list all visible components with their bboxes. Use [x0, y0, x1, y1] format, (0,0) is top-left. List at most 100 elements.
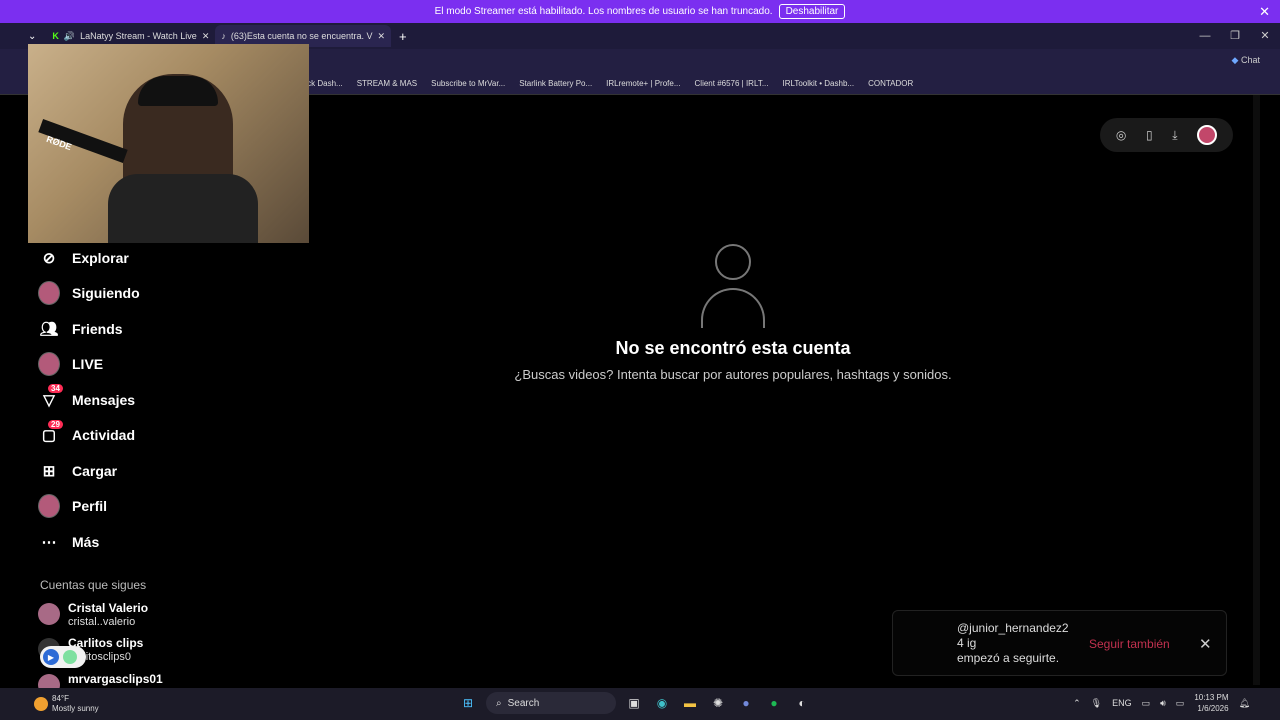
system-tray: ⌃ 🎙︎ ENG ▭ 🔊︎ ▭ 10:13 PM 1/6/2026 🔔︎	[1073, 692, 1250, 714]
page-subtitle: ¿Buscas videos? Intenta buscar por autor…	[514, 367, 952, 382]
sun-icon	[34, 697, 48, 711]
minimize-icon[interactable]: —	[1190, 23, 1220, 49]
follow-back-button[interactable]: Seguir también	[1089, 637, 1170, 651]
notification-badge: 34	[48, 384, 63, 393]
sidebar-item-siguiendo[interactable]: Siguiendo	[28, 276, 228, 312]
coins-icon[interactable]: ◎	[1116, 128, 1126, 142]
battery-icon[interactable]: ▭	[1176, 698, 1185, 709]
compass-icon: ⊘	[42, 249, 56, 267]
sidebar-item-actividad[interactable]: ▢ 29 Actividad	[28, 418, 228, 454]
close-window-icon[interactable]: ✕	[1250, 23, 1280, 49]
date: 1/6/2026	[1197, 704, 1229, 713]
notification-bell-icon[interactable]: 🔔︎	[1239, 698, 1250, 709]
restore-icon[interactable]: ❐	[1220, 23, 1250, 49]
sidebar-item-explorar[interactable]: ⊘ Explorar	[28, 240, 228, 276]
floating-widget-pill[interactable]: ▶	[40, 646, 86, 668]
avatar	[38, 352, 60, 377]
spotify-icon[interactable]: ●	[764, 693, 784, 713]
account-not-found-panel: No se encontró esta cuenta ¿Buscas video…	[310, 240, 1156, 382]
avatar	[38, 603, 60, 625]
follow-notification-toast: @junior_hernandez2 4 ig empezó a seguirt…	[892, 610, 1227, 676]
sidebar-nav: ⊘ Explorar Siguiendo 👥︎ Friends LIVE ▽ 3…	[28, 240, 228, 560]
sidebar-item-friends[interactable]: 👥︎ Friends	[28, 311, 228, 347]
sidebar-item-perfil[interactable]: Perfil	[28, 489, 228, 525]
account-name: mrvargasclips01	[68, 672, 163, 686]
bookmark-item[interactable]: Subscribe to MrVar...	[431, 79, 505, 88]
tab-list-chevron-icon[interactable]: ⌄	[28, 31, 36, 42]
download-icon[interactable]: ⤓	[1172, 128, 1177, 143]
clock[interactable]: 10:13 PM 1/6/2026	[1194, 692, 1228, 714]
avatar[interactable]	[1197, 125, 1218, 145]
tab-title: LaNatyy Stream - Watch Live	[80, 31, 197, 41]
cap	[138, 76, 218, 106]
streamer-mode-message: El modo Streamer está habilitado. Los no…	[434, 6, 773, 17]
account-name: Cristal Valerio	[68, 601, 149, 615]
close-icon[interactable]: ✕	[1199, 635, 1212, 653]
volume-icon[interactable]: 🔊︎	[1160, 698, 1166, 709]
bookmark-item[interactable]: Client #6576 | IRLT...	[695, 79, 769, 88]
person-icon	[698, 240, 768, 328]
device-icon[interactable]: ▯	[1146, 128, 1153, 142]
following-account-item[interactable]: Cristal Valerio cristal..valerio	[38, 601, 148, 629]
sidebar-item-label: Actividad	[72, 427, 136, 444]
taskbar-search[interactable]: ⌕ Search	[486, 692, 616, 714]
toast-username[interactable]: @junior_hernandez2	[957, 621, 1069, 636]
edge-icon[interactable]: ◉	[652, 693, 672, 713]
weather-widget[interactable]: 84°F Mostly sunny	[34, 694, 99, 714]
discord-icon[interactable]: ●	[736, 693, 756, 713]
language-indicator[interactable]: ENG	[1112, 698, 1132, 708]
sidebar-item-mas[interactable]: ⋯ Más	[28, 524, 228, 560]
sidebar-item-label: Friends	[72, 320, 123, 337]
bookmark-item[interactable]: CONTADOR	[868, 79, 913, 88]
chatgpt-icon[interactable]: ✺	[708, 693, 728, 713]
kick-icon: K	[52, 31, 59, 41]
close-icon[interactable]: ✕	[1259, 4, 1270, 20]
sidebar-item-label: Siguiendo	[72, 285, 140, 302]
steam-icon[interactable]: ◐	[792, 693, 812, 713]
toast-username-suffix: 4 ig	[957, 636, 977, 650]
copilot-chat-button[interactable]: ◆ Chat	[1232, 55, 1260, 66]
sidebar-item-live[interactable]: LIVE	[28, 347, 228, 383]
speaker-icon: 🔊	[63, 30, 76, 41]
tiktok-icon: ♪	[221, 31, 226, 41]
toast-message: empezó a seguirte.	[957, 651, 1060, 665]
weather-condition: Mostly sunny	[52, 704, 99, 713]
chat-label: Chat	[1240, 55, 1260, 65]
bookmark-item[interactable]: Starlink Battery Po...	[519, 79, 592, 88]
windows-taskbar: 84°F Mostly sunny ⊞ ⌕ Search ▣ ◉ ▬ ✺ ● ●…	[0, 688, 1280, 720]
close-tab-icon[interactable]: ✕	[202, 31, 210, 42]
sidebar-item-label: Cargar	[72, 462, 118, 479]
sidebar-item-cargar[interactable]: ⊞ Cargar	[28, 453, 228, 489]
sidebar-item-mensajes[interactable]: ▽ 34 Mensajes	[28, 382, 228, 418]
chevron-up-icon[interactable]: ⌃	[1073, 698, 1081, 709]
task-view-icon[interactable]: ▣	[624, 693, 644, 713]
microphone-icon[interactable]: 🎙︎	[1091, 698, 1102, 709]
close-tab-icon[interactable]: ✕	[377, 31, 385, 42]
new-tab-icon[interactable]: +	[399, 29, 407, 44]
page-title: No se encontró esta cuenta	[615, 338, 851, 358]
upload-icon: ⊞	[42, 462, 56, 480]
streamer-mode-banner: El modo Streamer está habilitado. Los no…	[0, 0, 1280, 23]
sidebar-item-label: LIVE	[72, 356, 104, 373]
disable-streamer-mode-button[interactable]: Deshabilitar	[778, 4, 846, 19]
avatar	[38, 281, 60, 306]
windows-start-icon[interactable]: ⊞	[458, 693, 478, 713]
toast-text: @junior_hernandez2 4 ig empezó a seguirt…	[957, 621, 1069, 666]
bookmark-item[interactable]: IRLremote+ | Profe...	[606, 79, 680, 88]
avatar	[38, 494, 60, 519]
play-icon: ▶	[43, 649, 59, 665]
bookmark-item[interactable]: STREAM & MAS	[357, 79, 417, 88]
sidebar-item-label: Más	[72, 533, 100, 550]
search-label: Search	[507, 697, 540, 709]
network-icon[interactable]: ▭	[1142, 698, 1151, 709]
taskbar-apps: ⊞ ⌕ Search ▣ ◉ ▬ ✺ ● ● ◐	[458, 692, 812, 714]
sidebar-item-label: Explorar	[72, 249, 129, 266]
sidebar-item-label: Perfil	[72, 498, 108, 515]
status-icon	[63, 650, 77, 664]
search-icon: ⌕	[496, 697, 502, 709]
shirt	[108, 174, 258, 243]
bookmark-item[interactable]: IRLToolkit • Dashb...	[782, 79, 854, 88]
scrollbar[interactable]	[1253, 95, 1260, 685]
window-controls: — ❐ ✕	[1190, 23, 1280, 49]
file-explorer-icon[interactable]: ▬	[680, 693, 700, 713]
